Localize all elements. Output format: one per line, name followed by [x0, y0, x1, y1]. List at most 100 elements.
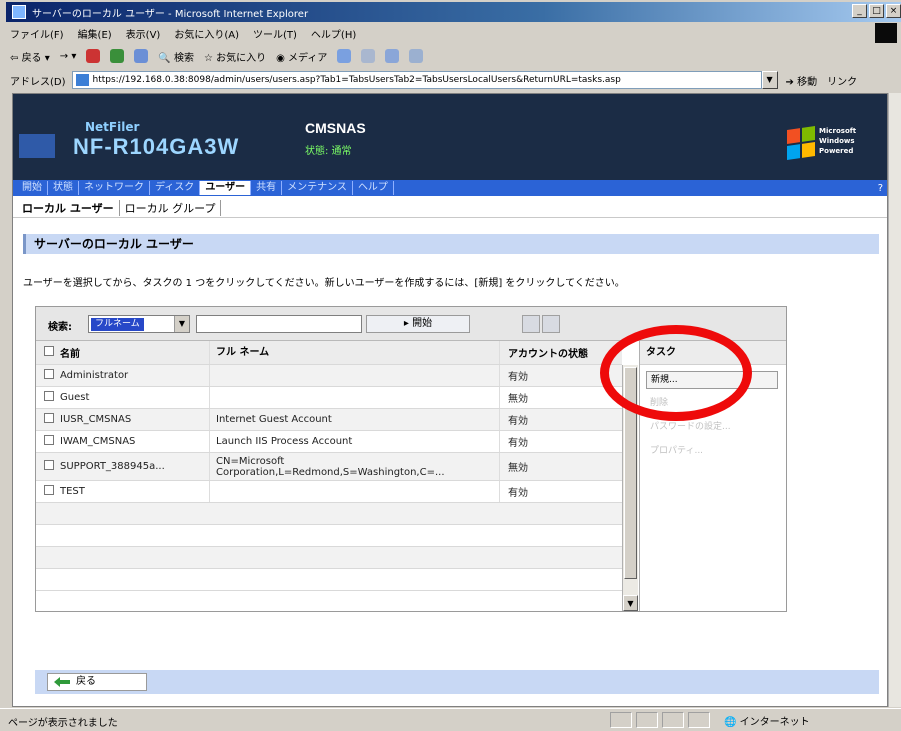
next-page-button[interactable]	[542, 315, 560, 333]
address-input[interactable]: https://192.168.0.38:8098/admin/users/us…	[71, 71, 762, 89]
nav-shares[interactable]: 共有	[251, 181, 283, 195]
task-pane: タスク 新規... 削除 パスワードの設定... プロパティ...	[639, 341, 786, 611]
select-all-checkbox[interactable]	[44, 346, 54, 356]
media-button[interactable]: ◉ メディア	[276, 49, 327, 64]
nav-maintenance[interactable]: メンテナンス	[282, 181, 353, 195]
delete-user-button[interactable]: 削除	[646, 395, 778, 413]
model-name: NF-R104GA3W	[73, 134, 240, 159]
user-name: Guest	[60, 387, 210, 408]
empty-row	[36, 525, 622, 547]
user-full-name	[210, 365, 500, 386]
table-row[interactable]: SUPPORT_388945a... CN=Microsoft Corporat…	[36, 453, 622, 481]
scroll-down-icon[interactable]: ▼	[623, 595, 638, 611]
window-title: サーバーのローカル ユーザー - Microsoft Internet Expl…	[32, 9, 309, 20]
window-scrollbar[interactable]	[888, 93, 901, 707]
status-cell	[610, 712, 632, 728]
tab-local-groups[interactable]: ローカル グループ	[120, 199, 222, 216]
row-checkbox[interactable]	[44, 413, 54, 423]
table-row[interactable]: Administrator 有効	[36, 365, 622, 387]
search-label: 検索	[173, 52, 194, 64]
address-dropdown-icon[interactable]: ▼	[761, 71, 778, 89]
scrollbar-thumb[interactable]	[624, 367, 637, 579]
go-button[interactable]: ➔ 移動	[786, 73, 818, 88]
column-account-state[interactable]: アカウントの状態	[500, 341, 604, 364]
menu-view[interactable]: 表示(V)	[126, 26, 161, 41]
back-nav-button[interactable]: ⇦ 戻る ▾	[10, 49, 50, 64]
nav-help[interactable]: ヘルプ	[353, 181, 394, 195]
edit-icon[interactable]	[409, 49, 424, 63]
users-table: 名前 フル ネーム アカウントの状態 Administrator 有効 Gues…	[36, 341, 622, 591]
table-row[interactable]: IWAM_CMSNAS Launch IIS Process Account 有…	[36, 431, 622, 453]
back-button[interactable]: 戻る	[47, 673, 147, 691]
filter-text-input[interactable]	[196, 315, 362, 333]
favorites-button[interactable]: ☆ お気に入り	[204, 49, 266, 64]
filter-start-button[interactable]: ▸ 開始	[366, 315, 470, 333]
new-user-button[interactable]: 新規...	[646, 371, 778, 389]
tab-local-users[interactable]: ローカル ユーザー	[17, 199, 120, 216]
print-icon[interactable]	[385, 49, 400, 63]
links-button[interactable]: リンク	[827, 73, 857, 88]
nav-start[interactable]: 開始	[17, 181, 48, 195]
status-cell	[636, 712, 658, 728]
filter-field-value: フルネーム	[91, 318, 144, 331]
nav-status[interactable]: 状態	[48, 181, 79, 195]
stop-icon[interactable]	[86, 49, 101, 63]
user-name: Administrator	[60, 365, 210, 386]
page-title: サーバーのローカル ユーザー	[23, 234, 879, 254]
table-row[interactable]: TEST 有効	[36, 481, 622, 503]
row-checkbox[interactable]	[44, 460, 54, 470]
table-scrollbar[interactable]: ▼	[622, 365, 638, 611]
refresh-icon[interactable]	[110, 49, 125, 63]
row-checkbox[interactable]	[44, 391, 54, 401]
back-bar: 戻る	[35, 670, 879, 694]
row-checkbox[interactable]	[44, 485, 54, 495]
win-text-2: Windows	[819, 137, 855, 145]
server-name: CMSNAS	[305, 120, 366, 136]
vendor-logo	[19, 134, 55, 158]
menu-file[interactable]: ファイル(F)	[10, 26, 64, 41]
windows-logo-icon	[875, 23, 897, 43]
nav-network[interactable]: ネットワーク	[79, 181, 150, 195]
maximize-button[interactable]: □	[869, 4, 884, 18]
brand-name: NetFiler	[85, 120, 140, 134]
menu-tools[interactable]: ツール(T)	[253, 26, 297, 41]
filter-row: 検索: フルネーム ▼ ▸ 開始	[36, 307, 786, 341]
nas-header: NetFiler NF-R104GA3W CMSNAS 状態: 通常 Micro…	[13, 94, 887, 180]
minimize-button[interactable]: _	[852, 4, 867, 18]
status-bar: ページが表示されました 🌐 インターネット	[0, 708, 901, 731]
user-full-name: CN=Microsoft Corporation,L=Redmond,S=Was…	[210, 453, 500, 480]
properties-button[interactable]: プロパティ...	[646, 443, 778, 461]
menu-edit[interactable]: 編集(E)	[78, 26, 112, 41]
set-password-button[interactable]: パスワードの設定...	[646, 419, 778, 437]
windows-powered-logo: Microsoft Windows Powered	[787, 124, 879, 168]
menu-favorites[interactable]: お気に入り(A)	[174, 26, 239, 41]
row-checkbox[interactable]	[44, 435, 54, 445]
home-icon[interactable]	[134, 49, 149, 63]
title-bar: サーバーのローカル ユーザー - Microsoft Internet Expl…	[6, 2, 901, 22]
history-icon[interactable]	[337, 49, 352, 63]
filter-field-select[interactable]: フルネーム ▼	[88, 315, 190, 333]
column-full-name[interactable]: フル ネーム	[210, 341, 500, 364]
help-question-icon[interactable]: ?	[878, 183, 883, 194]
instruction-text: ユーザーを選択してから、タスクの 1 つをクリックしてください。新しいユーザーを…	[23, 278, 625, 289]
column-name[interactable]: 名前	[60, 341, 210, 364]
search-button[interactable]: 🔍 検索	[158, 49, 194, 64]
table-row[interactable]: Guest 無効	[36, 387, 622, 409]
menu-help[interactable]: ヘルプ(H)	[311, 26, 356, 41]
prev-page-button[interactable]	[522, 315, 540, 333]
empty-row	[36, 503, 622, 525]
ie-icon	[12, 5, 26, 19]
nav-users[interactable]: ユーザー	[200, 181, 252, 195]
user-full-name	[210, 387, 500, 408]
sub-tabs: ローカル ユーザー ローカル グループ	[13, 198, 887, 218]
browser-window: サーバーのローカル ユーザー - Microsoft Internet Expl…	[0, 0, 901, 731]
row-checkbox[interactable]	[44, 369, 54, 379]
forward-nav-button[interactable]: → ▾	[60, 51, 77, 62]
nav-disks[interactable]: ディスク	[150, 181, 201, 195]
address-label: アドレス(D)	[10, 76, 66, 88]
users-panel: 検索: フルネーム ▼ ▸ 開始 名前 フル ネーム アカウントの状態 Admi…	[35, 306, 787, 612]
table-row[interactable]: IUSR_CMSNAS Internet Guest Account 有効	[36, 409, 622, 431]
filter-label: 検索:	[48, 322, 72, 333]
close-button[interactable]: ×	[886, 4, 901, 18]
mail-icon[interactable]	[361, 49, 376, 63]
